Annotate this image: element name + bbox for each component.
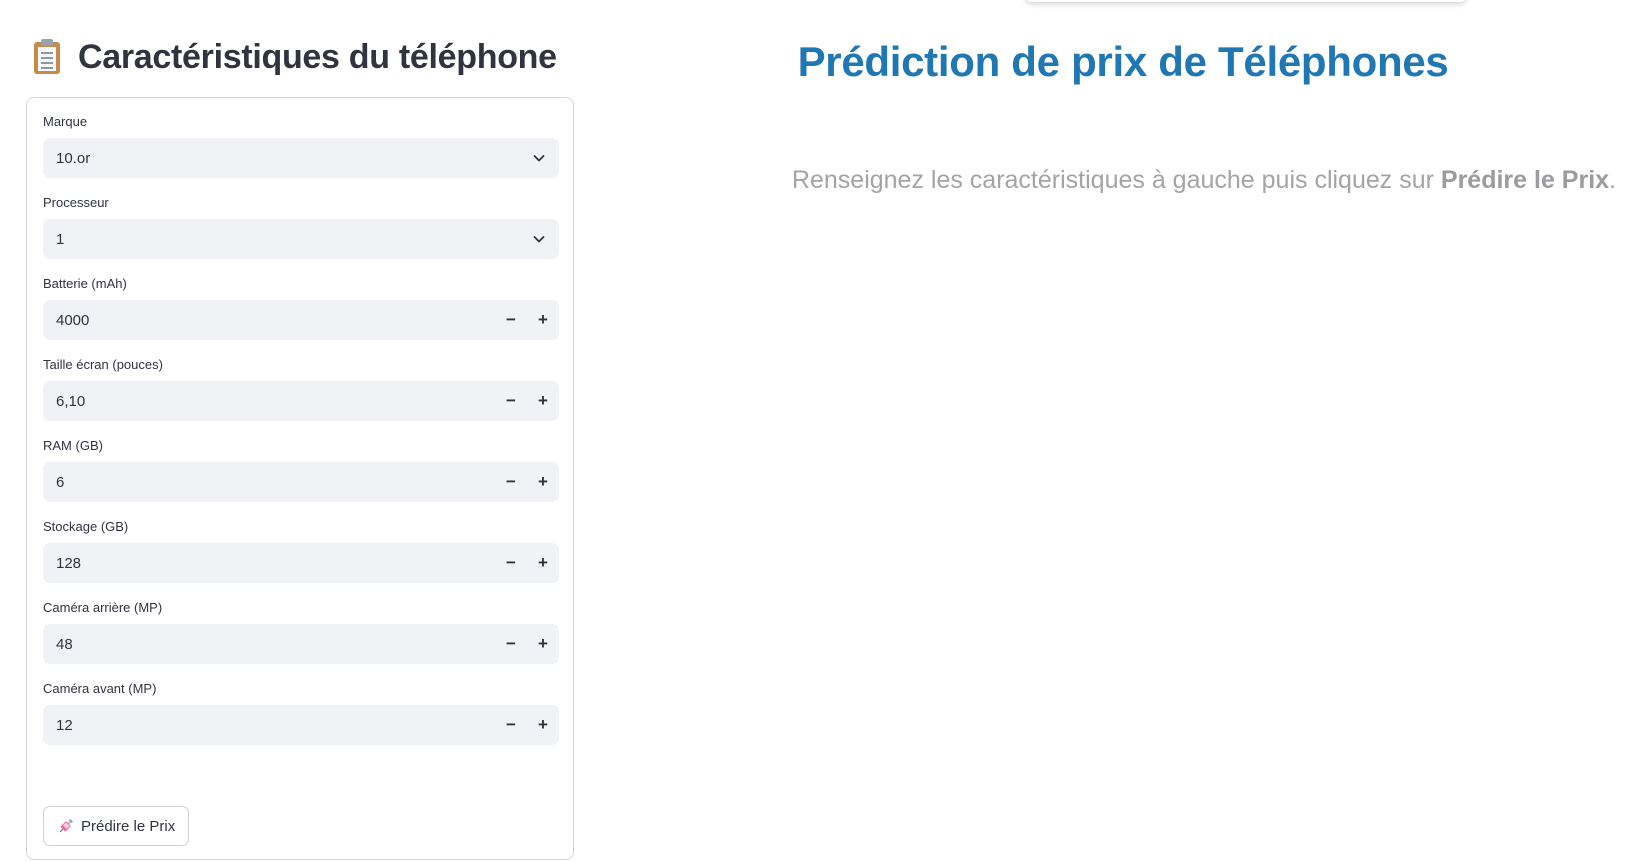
- instructions-bold: Prédire le Prix: [1440, 166, 1610, 194]
- rear-camera-label: Caméra arrière (MP): [43, 600, 163, 615]
- chevron-down-icon[interactable]: [519, 138, 559, 178]
- increment-button[interactable]: +: [527, 381, 559, 421]
- screen-size-input[interactable]: 6,10 − +: [43, 381, 559, 421]
- sidebar-header: Caractéristiques du téléphone: [32, 32, 557, 82]
- decrement-button[interactable]: −: [495, 624, 527, 664]
- predict-button-label: Prédire le Prix: [81, 817, 176, 835]
- ram-field: RAM (GB) 6 − +: [43, 436, 559, 502]
- rear-camera-field: Caméra arrière (MP) 48 − +: [43, 598, 559, 664]
- increment-button[interactable]: +: [527, 300, 559, 340]
- front-camera-value[interactable]: 12: [56, 717, 495, 734]
- processor-field: Processeur 1: [43, 193, 559, 259]
- sidebar-title: Caractéristiques du téléphone: [78, 37, 557, 76]
- instructions-text: Renseignez les caractéristiques à gauche…: [620, 166, 1626, 195]
- decrement-button[interactable]: −: [495, 300, 527, 340]
- decrement-button[interactable]: −: [495, 462, 527, 502]
- app-page: Caractéristiques du téléphone Marque 10.…: [0, 0, 1626, 862]
- front-camera-input[interactable]: 12 − +: [43, 705, 559, 745]
- ram-label: RAM (GB): [43, 438, 103, 453]
- screen-size-label: Taille écran (pouces): [43, 357, 163, 372]
- ram-input[interactable]: 6 − +: [43, 462, 559, 502]
- top-toolbar-edge: [1025, 0, 1467, 2]
- battery-field: Batterie (mAh) 4000 − +: [43, 274, 559, 340]
- screen-size-field: Taille écran (pouces) 6,10 − +: [43, 355, 559, 421]
- decrement-button[interactable]: −: [495, 705, 527, 745]
- phone-form: Marque 10.or Processeur 1 Batterie (mAh): [26, 97, 574, 860]
- rear-camera-input[interactable]: 48 − +: [43, 624, 559, 664]
- decrement-button[interactable]: −: [495, 381, 527, 421]
- syringe-icon: [57, 817, 75, 835]
- increment-button[interactable]: +: [527, 624, 559, 664]
- processor-select[interactable]: 1: [43, 219, 559, 259]
- brand-label: Marque: [43, 114, 88, 129]
- storage-value[interactable]: 128: [56, 555, 495, 572]
- front-camera-field: Caméra avant (MP) 12 − +: [43, 679, 559, 745]
- battery-value[interactable]: 4000: [56, 312, 495, 329]
- page-title: Prédiction de prix de Téléphones: [797, 38, 1449, 85]
- battery-label: Batterie (mAh): [43, 276, 127, 291]
- ram-value[interactable]: 6: [56, 474, 495, 491]
- storage-label: Stockage (GB): [43, 519, 129, 534]
- brand-select[interactable]: 10.or: [43, 138, 559, 178]
- front-camera-label: Caméra avant (MP): [43, 681, 157, 696]
- storage-field: Stockage (GB) 128 − +: [43, 517, 559, 583]
- battery-input[interactable]: 4000 − +: [43, 300, 559, 340]
- rear-camera-value[interactable]: 48: [56, 636, 495, 653]
- increment-button[interactable]: +: [527, 543, 559, 583]
- brand-field: Marque 10.or: [43, 112, 559, 178]
- processor-value: 1: [56, 230, 65, 248]
- increment-button[interactable]: +: [527, 462, 559, 502]
- instructions-suffix: .: [1609, 166, 1616, 194]
- decrement-button[interactable]: −: [495, 543, 527, 583]
- storage-input[interactable]: 128 − +: [43, 543, 559, 583]
- brand-value: 10.or: [56, 149, 91, 167]
- chevron-down-icon[interactable]: [519, 219, 559, 259]
- increment-button[interactable]: +: [527, 705, 559, 745]
- predict-button[interactable]: Prédire le Prix: [43, 806, 190, 846]
- processor-label: Processeur: [43, 195, 109, 210]
- instructions-prefix: Renseignez les caractéristiques à gauche…: [791, 166, 1441, 194]
- screen-size-value[interactable]: 6,10: [56, 393, 495, 410]
- clipboard-icon: [32, 39, 62, 75]
